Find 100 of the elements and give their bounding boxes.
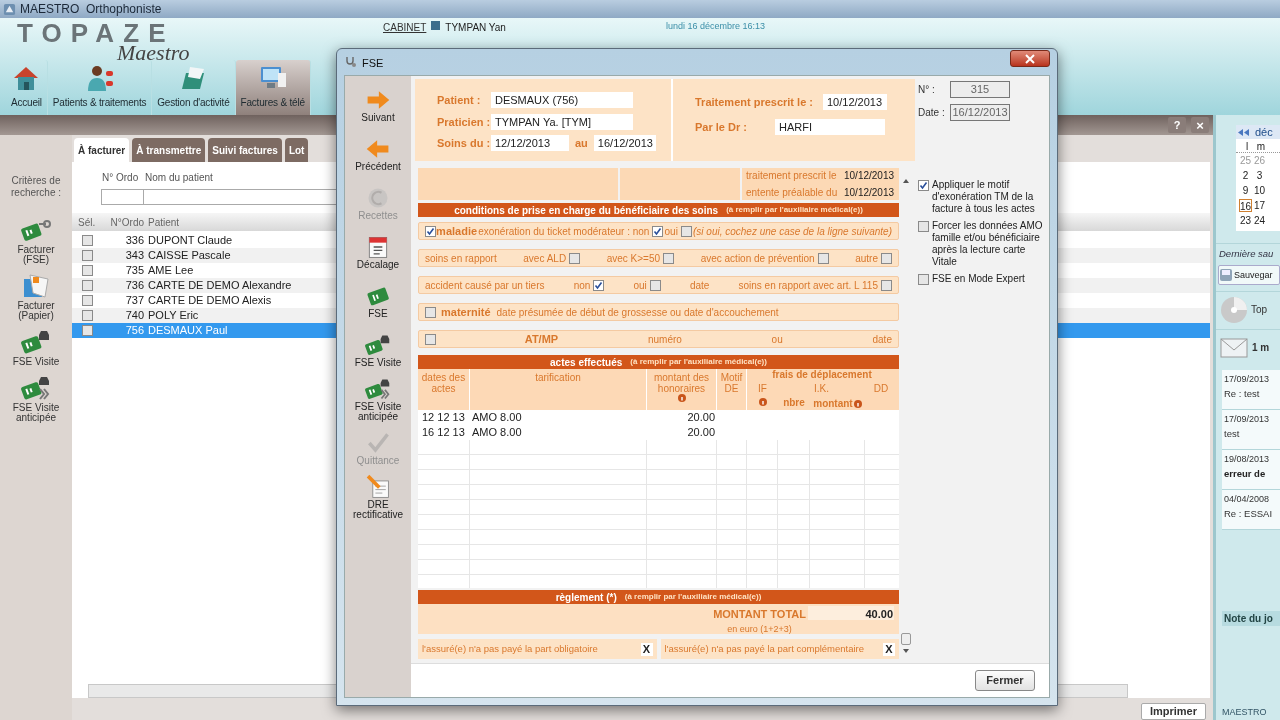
app-label: Top (1251, 303, 1268, 318)
tab[interactable]: Suivi factures (208, 138, 282, 162)
calendar-day[interactable]: 10 (1253, 184, 1266, 197)
checkbox[interactable] (918, 180, 929, 191)
disc-icon (1220, 295, 1248, 324)
action-button[interactable]: FSE Visite (3, 327, 69, 367)
calendar-day[interactable]: 2 (1239, 169, 1252, 182)
backup-button[interactable]: Sauvegar (1218, 265, 1280, 286)
checkbox[interactable] (81, 310, 93, 321)
checkbox[interactable] (425, 306, 436, 318)
column-header: I.K. (813, 383, 830, 396)
calendar-day[interactable]: 17 (1253, 199, 1266, 212)
option-label: Appliquer le motif d'exonération TM de la facture à tous les actes (932, 179, 1036, 215)
checkbox[interactable] (81, 325, 93, 336)
option-label: maladie (436, 223, 478, 239)
info-icon (758, 398, 767, 406)
note-title: Note du jo (1222, 610, 1280, 626)
section-note: (à remplir par l'auxiliaire médical(e)) (726, 204, 863, 216)
value-field[interactable]: TYMPAN Ya. [TYM] (491, 113, 633, 130)
readonly-field: 315 (950, 81, 1010, 98)
value-field[interactable]: 10/12/2013 (823, 94, 887, 111)
value-field[interactable]: HARFI (775, 118, 885, 135)
sidebar-button[interactable]: FSE Visite anticipée (347, 374, 409, 423)
close-button[interactable] (1010, 50, 1050, 67)
scroll-thumb[interactable] (901, 633, 911, 645)
message-item[interactable]: 17/09/2013 Re : test (1222, 370, 1280, 411)
table-cell-text: CAISSE Pascale (147, 248, 231, 264)
checkbox[interactable] (81, 250, 93, 261)
column-group-header: frais de déplacement (771, 369, 873, 382)
info-icon (677, 394, 686, 402)
checkbox[interactable] (817, 252, 829, 264)
table-cell-text: AMO 8.00 (471, 425, 523, 440)
readonly-field: 16/12/2013 (950, 104, 1010, 121)
date-time: lundi 16 décembre 16:13 (665, 20, 765, 33)
checkbox[interactable] (425, 225, 436, 237)
scroll-up-icon[interactable] (902, 177, 910, 185)
field-value: 10/12/2013 (844, 169, 895, 183)
sidebar-button[interactable]: FSE Visite (347, 325, 409, 374)
checkbox[interactable] (81, 280, 93, 291)
checkbox[interactable] (649, 279, 661, 291)
help-button[interactable]: ? (1168, 117, 1186, 133)
tab[interactable]: À facturer (74, 138, 130, 162)
option-label: exonération du ticket modérateur : non (478, 224, 650, 239)
total-hint: en euro (1+2+3) (727, 622, 792, 636)
checkbox[interactable] (652, 225, 664, 237)
sidebar-button[interactable]: FSE (347, 276, 409, 325)
value-field[interactable]: 12/12/2013 (491, 135, 569, 152)
checkbox[interactable] (918, 221, 929, 232)
value-field[interactable]: 16/12/2013 (593, 135, 656, 152)
checkbox[interactable] (425, 333, 436, 345)
checkbox[interactable] (81, 295, 93, 306)
table-cell-text: 735 (124, 263, 144, 279)
calendar-day[interactable]: 16 (1239, 199, 1252, 212)
tab[interactable]: Lot (284, 138, 309, 162)
cabinet-link[interactable]: CABINET (383, 20, 427, 35)
message-item[interactable]: 04/04/2008 Re : ESSAI (1222, 490, 1280, 531)
scroll-down-icon[interactable] (902, 647, 910, 655)
table-cell-text: DUPONT Claude (147, 233, 233, 249)
message-item[interactable]: 17/09/2013 test (1222, 410, 1280, 451)
checkbox[interactable] (881, 279, 892, 291)
checkbox[interactable] (81, 235, 93, 246)
action-button[interactable]: Facturer (FSE) (3, 215, 69, 265)
close-dialog-button[interactable]: Fermer (975, 670, 1035, 691)
nav-tab[interactable]: Accueil (6, 60, 48, 115)
section-title: conditions de prise en charge du bénéficiaire des soins (454, 203, 719, 218)
field-label: numéro (647, 332, 682, 347)
sidebar-button[interactable]: Décalage (347, 227, 409, 276)
message-item[interactable]: 19/08/2013 erreur de (1222, 450, 1280, 491)
tab[interactable]: À transmettre (132, 138, 206, 162)
action-button[interactable]: FSE Visite anticipée (3, 373, 69, 423)
mark-field[interactable]: X (640, 642, 653, 656)
calendar-day[interactable]: 9 (1239, 184, 1252, 197)
calendar-day[interactable]: 3 (1253, 169, 1266, 182)
checkbox[interactable] (81, 265, 93, 276)
previous-icon[interactable] (1238, 128, 1252, 136)
checkbox[interactable] (593, 279, 605, 291)
table-cell-text: CARTE DE DEMO Alexandre (147, 278, 292, 294)
mark-field[interactable]: X (883, 642, 895, 656)
option-label: l'assuré(e) n'a pas payé la part complémentaire (664, 641, 865, 656)
calendar-day[interactable]: 24 (1253, 214, 1266, 227)
close-button[interactable]: × (1191, 117, 1209, 133)
action-button[interactable]: Facturer (Papier) (3, 271, 69, 321)
checkbox[interactable] (918, 274, 929, 285)
value-field[interactable]: DESMAUX (756) (491, 92, 633, 109)
weekday-label: m (1256, 140, 1266, 152)
search-field[interactable] (101, 189, 144, 205)
field-label: N° Ordo (102, 171, 140, 182)
field-label: soins en rapport (425, 251, 497, 266)
sidebar-button[interactable]: Précédent (347, 129, 409, 178)
sidebar-button[interactable]: Suivant (347, 80, 409, 129)
checkbox[interactable] (680, 225, 692, 237)
print-button[interactable]: Imprimer (1140, 703, 1206, 720)
sidebar-button[interactable]: DRE rectificative (347, 472, 409, 521)
checkbox[interactable] (569, 252, 581, 264)
checkbox[interactable] (881, 252, 892, 264)
table-cell-text: CARTE DE DEMO Alexis (147, 293, 272, 309)
field-label: Traitement prescrit le : (695, 95, 814, 110)
calendar-day[interactable]: 23 (1239, 214, 1252, 227)
checkbox[interactable] (663, 252, 675, 264)
nav-tab[interactable]: Factures & télé (235, 60, 311, 115)
